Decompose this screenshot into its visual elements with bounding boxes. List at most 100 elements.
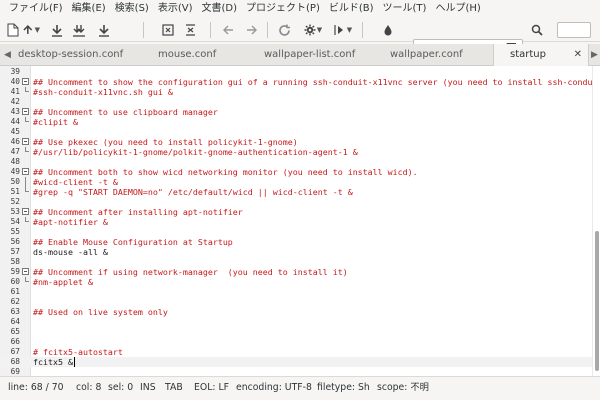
tab-label: desktop-session.conf — [18, 49, 124, 60]
run-icon[interactable]: ▼ — [332, 21, 354, 39]
vertical-scrollbar[interactable] — [592, 66, 600, 376]
status-scope: scope: 不明 — [377, 382, 429, 393]
line-number: 69 — [10, 367, 20, 376]
line-number: 39 — [10, 67, 20, 76]
tab-label: wallpaper-list.conf — [264, 49, 356, 60]
status-bar: line: 68 / 70 col: 8 sel: 0 INS TAB EOL:… — [0, 376, 600, 400]
line-number: 43 — [10, 107, 20, 116]
compile-icon[interactable] — [276, 21, 292, 39]
code-line: 59 ## Uncomment if using network-manager … — [0, 267, 592, 277]
code-line: 63 ## Used on live system only — [0, 307, 592, 317]
line-number: 55 — [10, 227, 20, 236]
fold-toggle-icon[interactable] — [22, 207, 30, 217]
chevron-down-icon[interactable]: ▼ — [347, 26, 352, 34]
line-number: 60 — [10, 277, 20, 286]
line-number: 59 — [10, 267, 20, 276]
status-line: line: 68 / 70 — [8, 382, 64, 393]
code-text: ## Used on live system only — [33, 307, 168, 317]
goto-line-input[interactable] — [556, 21, 592, 39]
code-text: #grep -q "START DAEMON=no" /etc/default/… — [33, 187, 353, 197]
menu-bar: ファイル(F) 編集(E) 検索(S) 表示(V) 文書(D) プロジェクト(P… — [0, 0, 600, 18]
fold-toggle-icon[interactable] — [22, 137, 30, 147]
save-icon[interactable] — [48, 21, 66, 39]
menu-help[interactable]: ヘルプ(H) — [432, 0, 483, 18]
close-all-icon[interactable] — [180, 21, 200, 39]
line-number: 41 — [10, 87, 20, 96]
code-line: 61 — [0, 287, 592, 297]
menu-search[interactable]: 検索(S) — [112, 0, 152, 18]
status-col: col: 8 — [76, 382, 102, 393]
code-line: 69 — [0, 367, 592, 376]
menu-file[interactable]: ファイル(F) — [6, 0, 66, 18]
fold-guide — [22, 187, 30, 197]
code-text: #clipit & — [33, 117, 78, 127]
build-icon[interactable]: ▼ — [302, 21, 324, 39]
toolbar-separator — [362, 22, 363, 38]
code-text: #wicd-client -t & — [33, 177, 118, 187]
menu-edit[interactable]: 編集(E) — [69, 0, 109, 18]
code-line: 60 #nm-applet & — [0, 277, 592, 287]
code-text: ## Uncomment both to show wicd networkin… — [33, 167, 418, 177]
line-number: 61 — [10, 287, 20, 296]
code-text: #ssh-conduit-x11vnc.sh gui & — [33, 87, 173, 97]
close-icon[interactable]: ✕ — [574, 44, 582, 66]
menu-document[interactable]: 文書(D) — [199, 0, 241, 18]
color-picker-icon[interactable] — [380, 21, 396, 39]
search-icon[interactable] — [529, 21, 545, 39]
line-number: 48 — [10, 157, 20, 166]
tab-startup[interactable]: startup ✕ — [493, 44, 589, 66]
forward-icon[interactable] — [244, 21, 260, 39]
code-line: 62 — [0, 297, 592, 307]
code-line: 56 ## Enable Mouse Configuration at Start… — [0, 237, 592, 247]
line-number: 56 — [10, 237, 20, 246]
chevron-down-icon[interactable]: ▼ — [35, 26, 40, 34]
chevron-down-icon[interactable]: ▼ — [317, 26, 322, 34]
menu-tools[interactable]: ツール(T) — [380, 0, 430, 18]
revert-icon[interactable] — [95, 21, 113, 39]
fold-guide — [22, 277, 30, 287]
code-line: 45 — [0, 127, 592, 137]
fold-guide — [22, 87, 30, 97]
tab-wallpaper-list-conf[interactable]: wallpaper-list.conf — [264, 44, 374, 66]
open-file-icon[interactable]: ▼ — [22, 21, 40, 39]
new-file-icon[interactable] — [6, 21, 20, 39]
code-text: # fcitx5-autostart — [33, 347, 123, 357]
tab-scroll-left-icon[interactable]: ◀ — [4, 44, 11, 66]
code-text: #apt-notifier & — [33, 217, 108, 227]
line-number: 53 — [10, 207, 20, 216]
status-eol: EOL: LF — [194, 382, 229, 393]
fold-toggle-icon[interactable] — [22, 167, 30, 177]
code-text: ## Uncomment if using network-manager (y… — [33, 267, 348, 277]
back-icon[interactable] — [220, 21, 236, 39]
tab-label: startup — [510, 49, 546, 60]
status-sel: sel: 0 — [108, 382, 134, 393]
tab-label: mouse.conf — [158, 49, 217, 60]
code-text: fcitx5 & — [33, 357, 73, 367]
toolbar-separator — [267, 22, 268, 38]
tab-mouse-conf[interactable]: mouse.conf — [158, 44, 248, 66]
menu-project[interactable]: プロジェクト(P) — [243, 0, 323, 18]
close-file-icon[interactable] — [160, 21, 176, 39]
code-text: ## Uncomment after installing apt-notifi… — [33, 207, 243, 217]
save-all-icon[interactable] — [70, 21, 88, 39]
tab-scroll-right-icon[interactable]: ▶ — [591, 44, 598, 66]
line-number: 57 — [10, 247, 20, 256]
tab-wallpaper-conf[interactable]: wallpaper.conf — [390, 44, 486, 66]
scrollbar-thumb[interactable] — [595, 231, 599, 371]
fold-toggle-icon[interactable] — [22, 107, 30, 117]
code-line: 50 #wicd-client -t & — [0, 177, 592, 187]
line-number: 58 — [10, 257, 20, 266]
line-number: 44 — [10, 117, 20, 126]
fold-toggle-icon[interactable] — [22, 77, 30, 87]
fold-toggle-icon[interactable] — [22, 267, 30, 277]
tab-desktop-session-conf[interactable]: desktop-session.conf — [18, 44, 150, 66]
menu-build[interactable]: ビルド(B) — [326, 0, 377, 18]
code-line: 41 #ssh-conduit-x11vnc.sh gui & — [0, 87, 592, 97]
code-text: ## Uncomment to show the configuration g… — [33, 77, 600, 87]
code-line: 57 ds-mouse -all & — [0, 247, 592, 257]
code-line: 54 #apt-notifier & — [0, 217, 592, 227]
text-caret — [74, 357, 75, 367]
line-number: 45 — [10, 127, 20, 136]
menu-view[interactable]: 表示(V) — [155, 0, 196, 18]
code-editor[interactable]: 39 40 ## Uncomment to show the configurati… — [0, 66, 600, 376]
